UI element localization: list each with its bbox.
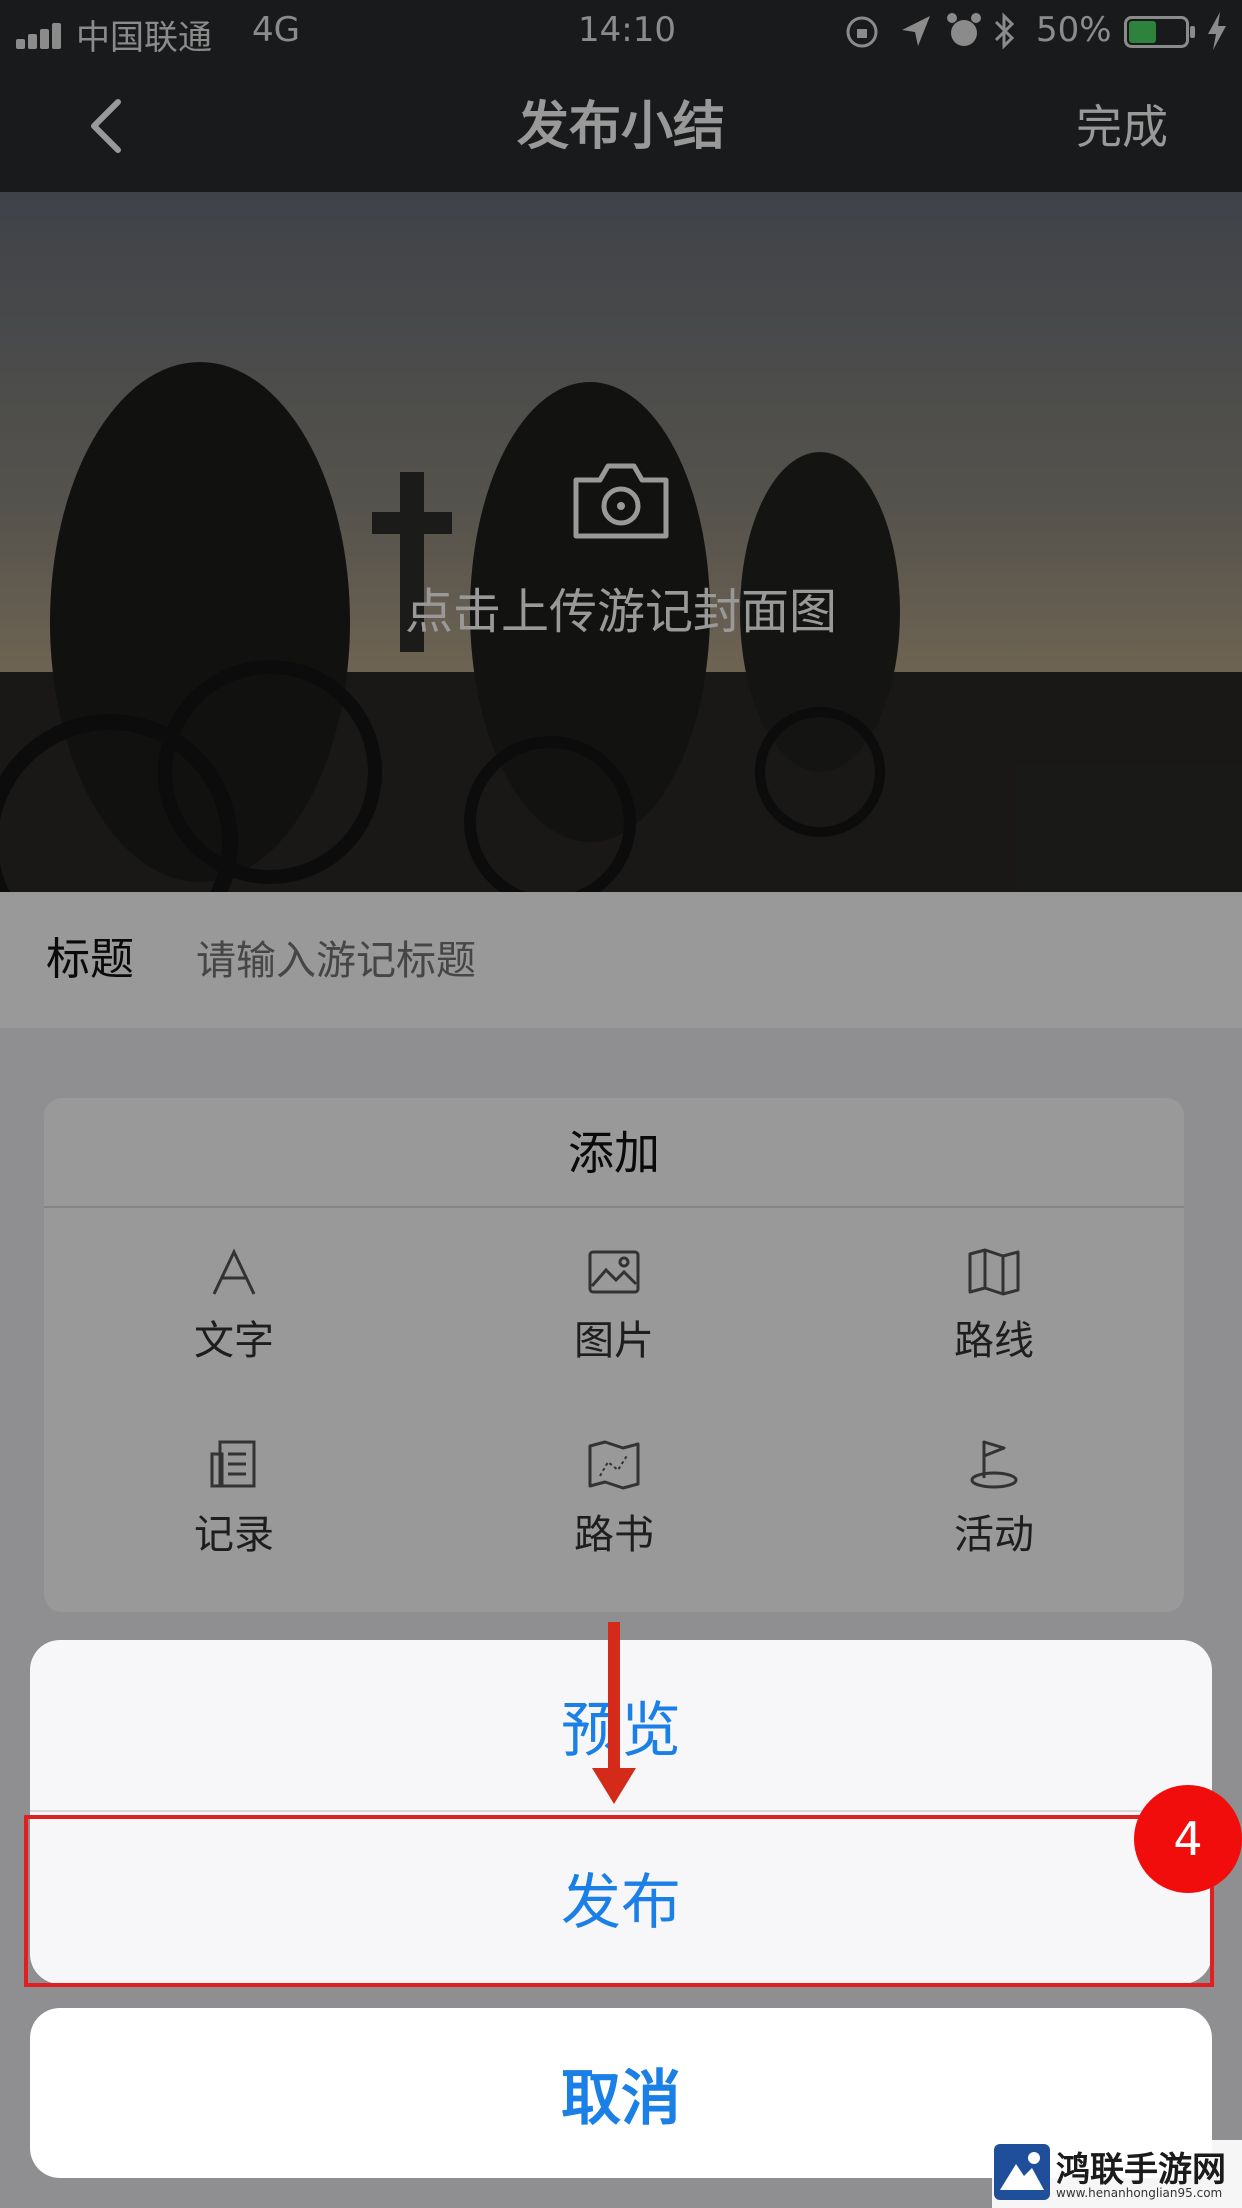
watermark-url: www.henanhonglian95.com — [1056, 2186, 1223, 2200]
step-badge: 4 — [1134, 1785, 1242, 1893]
annotation-highlight — [24, 1815, 1214, 1987]
annotation-arrow-head — [592, 1768, 636, 1804]
site-watermark: 鸿联手游网 www.henanhonglian95.com — [992, 2140, 1242, 2208]
annotation-arrow — [608, 1622, 620, 1772]
watermark-logo-icon — [994, 2144, 1050, 2200]
watermark-title: 鸿联手游网 — [1056, 2150, 1226, 2190]
